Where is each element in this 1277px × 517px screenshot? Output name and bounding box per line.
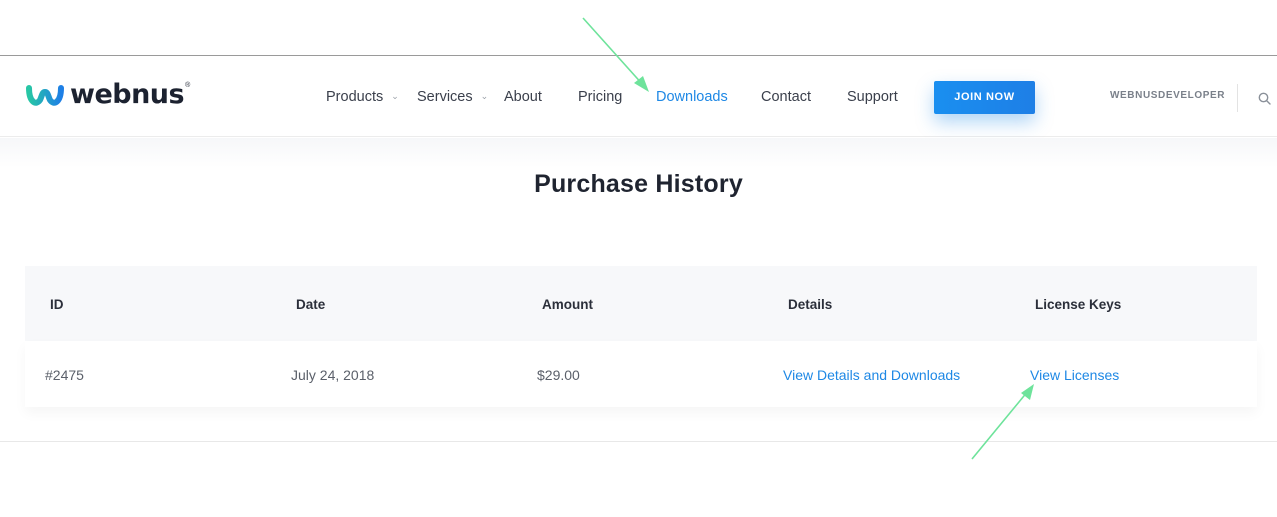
purchase-id: #2475 xyxy=(45,367,84,383)
search-icon[interactable] xyxy=(1258,92,1271,105)
registered-mark: ® xyxy=(185,81,191,89)
nav-products[interactable]: Products ⌄ xyxy=(326,87,399,108)
nav-about[interactable]: About xyxy=(504,87,542,107)
column-header-details: Details xyxy=(788,297,833,312)
nav-services[interactable]: Services ⌄ xyxy=(417,87,488,108)
nav-downloads[interactable]: Downloads xyxy=(656,87,728,107)
nav-support[interactable]: Support xyxy=(847,87,898,107)
site-header: webnus ® Products ⌄ Services ⌄ About Prici… xyxy=(0,57,1277,137)
nav-divider xyxy=(1237,84,1238,112)
chevron-down-icon: ⌄ xyxy=(391,91,399,101)
nav-products-label: Products xyxy=(326,89,384,105)
content-divider xyxy=(0,441,1277,442)
column-header-amount: Amount xyxy=(542,297,593,312)
nav-pricing[interactable]: Pricing xyxy=(578,87,622,107)
join-now-button[interactable]: JOIN NOW xyxy=(934,81,1035,114)
nav-services-label: Services xyxy=(417,89,473,105)
chevron-down-icon: ⌄ xyxy=(480,91,489,101)
purchase-date: July 24, 2018 xyxy=(291,367,375,383)
header-shadow-band xyxy=(0,138,1277,168)
account-username[interactable]: WEBNUSDEVELOPER xyxy=(1110,90,1225,101)
webnus-logo[interactable]: webnus ® xyxy=(26,81,190,109)
column-header-id: ID xyxy=(50,297,64,312)
purchase-amount: $29.00 xyxy=(537,367,580,383)
view-details-link[interactable]: View Details and Downloads xyxy=(783,367,960,383)
column-header-date: Date xyxy=(296,297,326,312)
webnus-logo-icon xyxy=(26,85,64,106)
view-licenses-link[interactable]: View Licenses xyxy=(1030,367,1119,383)
browser-top-area xyxy=(0,0,1277,56)
brand-name: webnus xyxy=(70,79,185,110)
nav-contact[interactable]: Contact xyxy=(761,87,811,107)
page-title: Purchase History xyxy=(534,170,743,198)
column-header-license-keys: License Keys xyxy=(1035,297,1122,312)
